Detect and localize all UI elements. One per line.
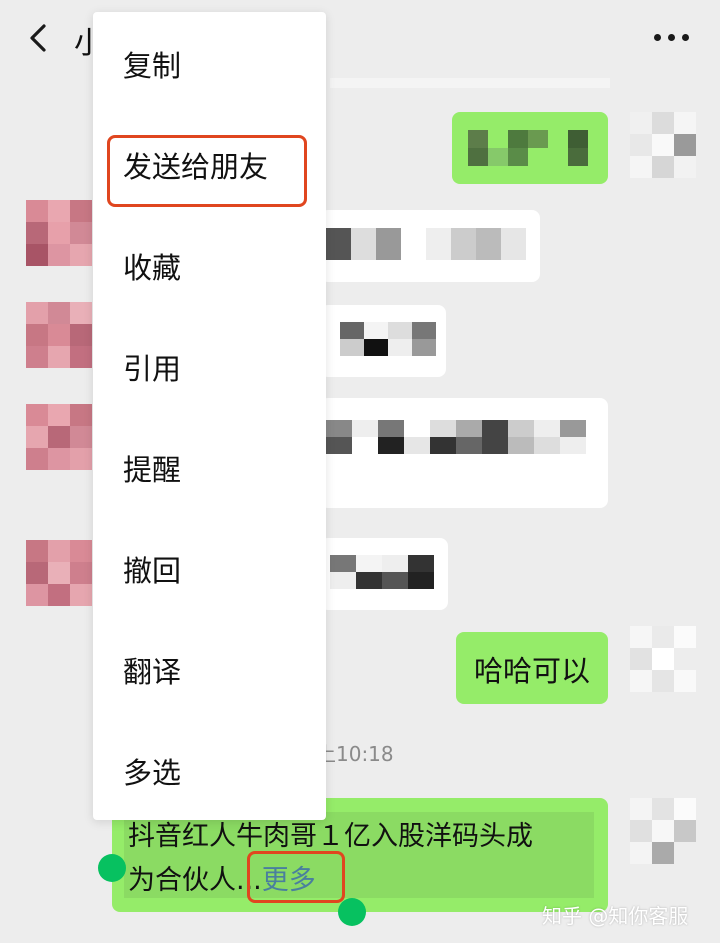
chevron-left-icon[interactable] [22,20,58,56]
message-text: 哈哈可以 [474,654,591,688]
watermark: 知乎 @知你客服 [542,904,689,928]
more-highlight-box [247,851,345,903]
avatar[interactable] [26,404,92,470]
avatar[interactable] [630,112,696,178]
pixelated-content [330,555,434,589]
context-menu: 复制 发送给朋友 收藏 引用 提醒 撤回 翻译 多选 [93,12,326,820]
ellipsis-icon[interactable] [650,22,694,52]
pixelated-content [326,228,526,260]
menu-item-recall[interactable]: 撤回 [93,519,326,619]
pixelated-content [340,322,436,356]
timestamp: 上10:18 [316,742,394,766]
avatar[interactable] [26,200,92,266]
avatar[interactable] [26,540,92,606]
avatar[interactable] [630,798,696,864]
menu-item-remind[interactable]: 提醒 [93,418,326,518]
selection-handle-start[interactable] [98,854,126,882]
message-text-prefix: 为合伙人 [128,865,236,896]
menu-item-quote[interactable]: 引用 [93,317,326,417]
avatar[interactable] [26,302,92,368]
avatar[interactable] [630,626,696,692]
pixelated-content [468,130,588,166]
menu-item-multi-select[interactable]: 多选 [93,721,326,821]
divider [330,78,610,88]
menu-item-copy[interactable]: 复制 [93,14,326,114]
pixelated-content [326,420,586,454]
menu-item-favorite[interactable]: 收藏 [93,216,326,316]
send-to-friend-highlight-box [107,135,307,207]
selection-handle-end[interactable] [338,898,366,926]
menu-item-translate[interactable]: 翻译 [93,620,326,720]
